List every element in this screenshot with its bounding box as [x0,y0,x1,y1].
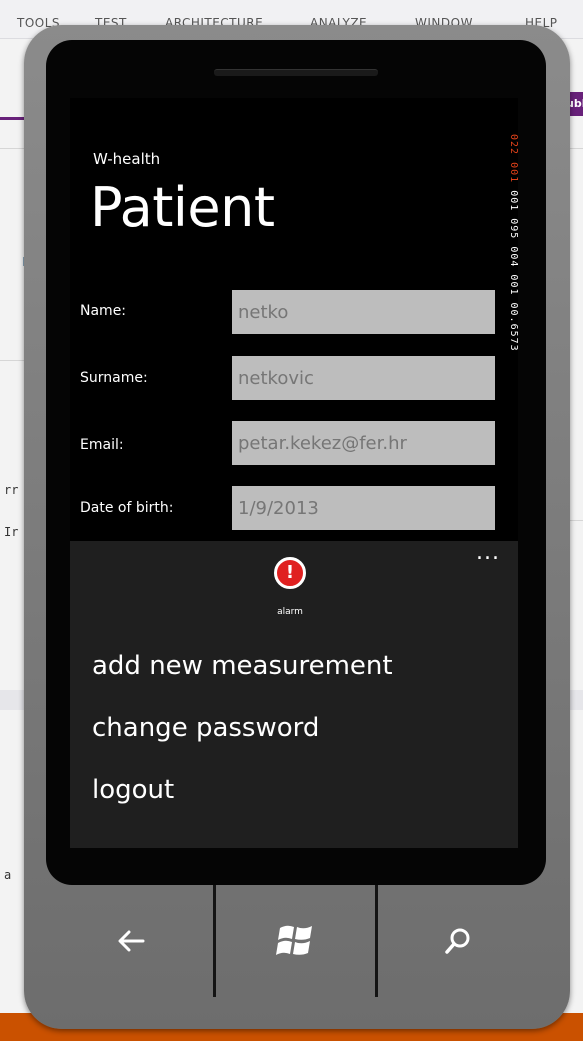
page-title: Patient [90,176,275,239]
more-options-button[interactable]: ... [470,542,506,565]
email-label: Email: [80,437,124,453]
app-title: W-health [93,150,161,168]
alarm-button[interactable]: alarm [269,557,319,619]
ide-code-fragment: a [4,868,12,882]
email-field[interactable] [232,421,495,465]
back-arrow-icon [118,930,145,952]
search-button[interactable] [378,885,538,997]
menu-item-add-new-measurement[interactable]: add new measurement [92,651,393,681]
phone-speaker [214,69,378,76]
back-button[interactable] [51,885,211,997]
windows-logo-icon [276,925,312,955]
menu-item-logout[interactable]: logout [92,775,174,805]
date-of-birth-field[interactable] [232,486,495,530]
name-label: Name: [80,303,127,319]
alarm-label: alarm [277,607,303,617]
date-of-birth-label: Date of birth: [80,500,174,516]
surname-field[interactable] [232,356,495,400]
ide-code-fragment: Ir [4,525,19,539]
application-bar: ... alarm add new measurement change pas… [70,541,518,848]
search-icon [445,928,470,954]
ide-code-fragment: rr [4,483,19,497]
alarm-icon [274,557,306,589]
frame-counter-red: 022 001 [508,134,518,184]
menu-item-change-password[interactable]: change password [92,713,319,743]
frame-rate-counter: 022 001 001 095 004 001 00.6573 [506,134,518,454]
start-button[interactable] [216,885,376,997]
hardware-buttons [46,885,546,997]
name-field[interactable] [232,290,495,334]
surname-label: Surname: [80,370,148,386]
frame-counter-white: 001 095 004 001 00.6573 [508,190,518,352]
